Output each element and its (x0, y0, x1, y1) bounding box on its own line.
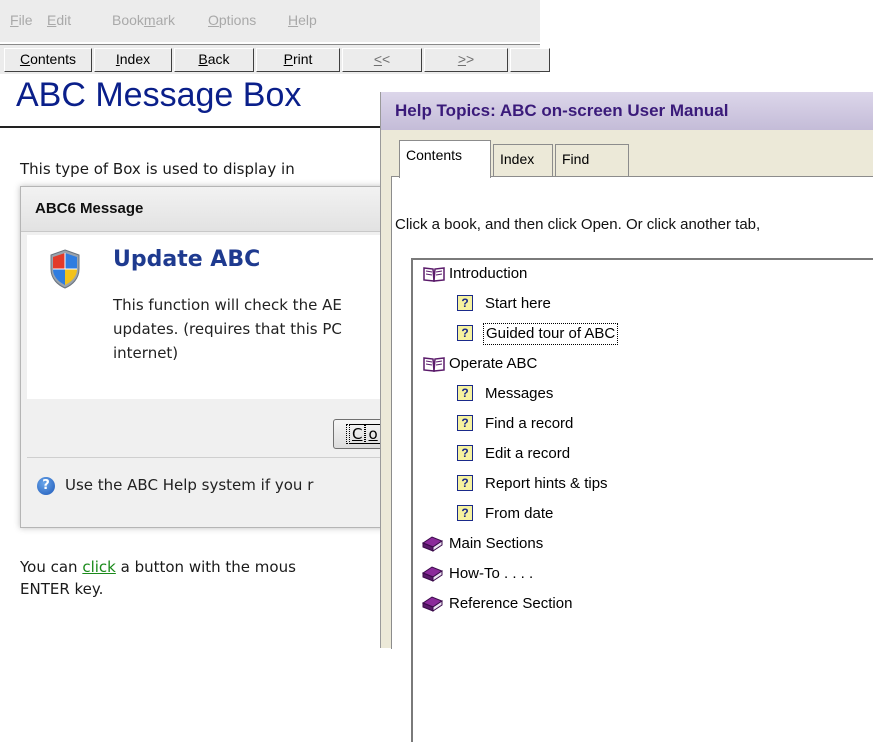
closed-book-icon (421, 596, 443, 612)
help-topics-title: Help Topics: ABC on-screen User Manual (395, 101, 729, 120)
contents-button[interactable]: Contents (4, 48, 92, 72)
message-box-title: ABC6 Message (35, 200, 144, 217)
closed-book-icon (421, 536, 443, 552)
tab-find[interactable]: Find (555, 144, 629, 176)
browse-next-button[interactable]: >> (424, 48, 508, 72)
help-topic-icon: ? (457, 475, 473, 491)
toolbar-empty-slot (510, 48, 550, 72)
open-book-icon (423, 357, 445, 372)
help-topics-titlebar[interactable]: Help Topics: ABC on-screen User Manual (381, 92, 873, 130)
click-glossary-link[interactable]: click (82, 558, 116, 576)
help-topic-icon: ? (457, 385, 473, 401)
message-box-footer-text: Use the ABC Help system if you r (65, 476, 314, 494)
topic-intro-text: This type of Box is used to display in (20, 160, 295, 178)
help-topics-instruction: Click a book, and then click Open. Or cl… (395, 216, 761, 233)
tab-index[interactable]: Index (493, 144, 553, 176)
closed-book-icon (421, 566, 443, 582)
help-topic-icon: ? (457, 505, 473, 521)
help-topic-icon: ? (457, 415, 473, 431)
help-topic-icon: ? (457, 295, 473, 311)
security-shield-icon (50, 249, 80, 289)
menu-edit[interactable]: Edit (47, 12, 71, 28)
contents-tree[interactable]: Introduction ? Start here ? Guided tour … (411, 258, 873, 742)
print-button[interactable]: Print (256, 48, 340, 72)
topic-bottom-text: You can click a button with the mous ENT… (20, 558, 296, 598)
button-bar: Contents Index Back Print << >> (0, 44, 550, 74)
help-topic-icon: ? (457, 445, 473, 461)
menu-bar: File Edit Bookmark Options Help (0, 0, 540, 42)
browse-previous-button[interactable]: << (342, 48, 422, 72)
help-question-icon[interactable]: ? (37, 477, 55, 495)
tab-contents[interactable]: Contents (399, 140, 491, 178)
menu-bookmark[interactable]: Bookmark (112, 12, 175, 28)
menu-help[interactable]: Help (288, 12, 317, 28)
index-button[interactable]: Index (94, 48, 172, 72)
back-button[interactable]: Back (174, 48, 254, 72)
open-book-icon (423, 267, 445, 282)
topic-title: ABC Message Box (16, 76, 302, 114)
help-topic-icon: ? (457, 325, 473, 341)
message-heading: Update ABC (113, 247, 261, 272)
help-topics-dialog: Help Topics: ABC on-screen User Manual C… (380, 92, 873, 742)
menu-options[interactable]: Options (208, 12, 256, 28)
menu-file[interactable]: File (10, 12, 33, 28)
